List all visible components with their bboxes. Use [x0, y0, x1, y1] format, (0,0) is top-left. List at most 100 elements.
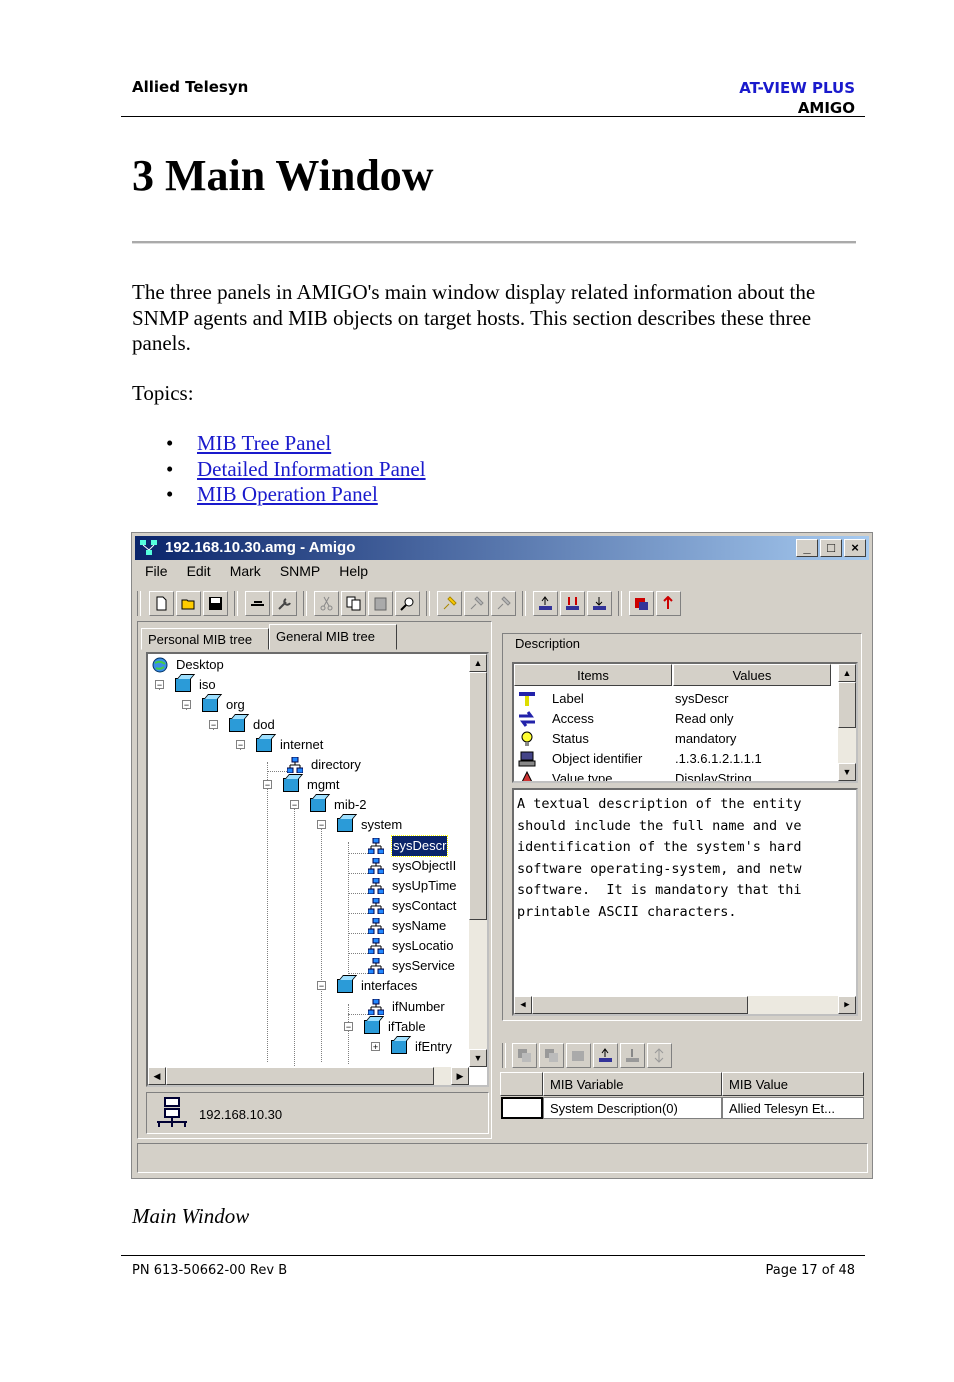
- new-button[interactable]: [149, 591, 174, 616]
- figure-caption: Main Window: [132, 1204, 250, 1228]
- tree-horizontal-scrollbar[interactable]: ◀ ▶: [148, 1067, 469, 1085]
- scroll-thumb[interactable]: [838, 682, 856, 728]
- footer-rule: [121, 1255, 865, 1256]
- op-header-blank: [500, 1072, 543, 1096]
- properties-grid[interactable]: Items Values Label sysDescr Access Read …: [512, 662, 858, 783]
- header-module: AMIGO: [797, 99, 855, 117]
- unmark-button[interactable]: [464, 591, 489, 616]
- tools-button[interactable]: [272, 591, 297, 616]
- op-header-mib-variable[interactable]: MIB Variable: [543, 1072, 722, 1096]
- tree-node-label: mgmt: [307, 777, 340, 792]
- tree-node-label: sysName: [392, 918, 447, 933]
- grid-value: DisplayString: [675, 771, 752, 783]
- op-cell-value[interactable]: Allied Telesyn Et...: [722, 1097, 864, 1119]
- menu-snmp[interactable]: SNMP: [280, 563, 320, 583]
- tree-line: [348, 873, 368, 874]
- collapse-icon[interactable]: −: [263, 780, 272, 790]
- collapse-icon[interactable]: −: [155, 680, 164, 690]
- grid-value: sysDescr: [675, 691, 729, 706]
- scroll-up-arrow-icon[interactable]: ▲: [469, 654, 487, 672]
- scroll-right-arrow-icon[interactable]: ▶: [451, 1067, 469, 1085]
- collapse-icon[interactable]: −: [317, 820, 326, 830]
- copy-button[interactable]: [341, 591, 366, 616]
- save-button[interactable]: [203, 591, 228, 616]
- scroll-left-arrow-icon[interactable]: ◀: [148, 1067, 166, 1085]
- cut-button[interactable]: [314, 591, 339, 616]
- menu-edit[interactable]: Edit: [187, 563, 211, 583]
- find-button[interactable]: [395, 591, 420, 616]
- table-row[interactable]: Access Read only: [514, 709, 834, 729]
- expand-icon[interactable]: +: [371, 1042, 380, 1052]
- trap-button[interactable]: [629, 591, 654, 616]
- set-button[interactable]: [587, 591, 612, 616]
- tree-node-label: system: [361, 817, 403, 832]
- grid-header-values[interactable]: Values: [673, 664, 831, 686]
- table-row[interactable]: Status mandatory: [514, 729, 834, 749]
- link-detailed-information-panel[interactable]: Detailed Information Panel: [197, 457, 426, 481]
- op-set-button[interactable]: [620, 1043, 645, 1068]
- collapse-icon[interactable]: −: [290, 800, 299, 810]
- mib-tree[interactable]: Desktop − iso − org − dod − internet dir…: [146, 652, 489, 1087]
- scroll-left-arrow-icon[interactable]: ◀: [514, 996, 532, 1014]
- link-mib-tree-panel[interactable]: MIB Tree Panel: [197, 431, 331, 455]
- maximize-button[interactable]: □: [820, 539, 842, 557]
- scissors-icon: [320, 596, 333, 611]
- grid-vertical-scrollbar[interactable]: ▲ ▼: [838, 664, 856, 781]
- grid-value: mandatory: [675, 731, 737, 746]
- grid-header-items[interactable]: Items: [514, 664, 672, 686]
- paste-button[interactable]: [368, 591, 393, 616]
- scroll-thumb[interactable]: [166, 1067, 434, 1085]
- scroll-down-arrow-icon[interactable]: ▼: [469, 1049, 487, 1067]
- table-row[interactable]: Label sysDescr: [514, 689, 834, 709]
- get-next-button[interactable]: [560, 591, 585, 616]
- op-walk-button[interactable]: [647, 1043, 672, 1068]
- unmark-all-button[interactable]: [491, 591, 516, 616]
- scroll-right-arrow-icon[interactable]: ▶: [838, 996, 856, 1014]
- tree-line: [321, 822, 322, 1062]
- mark-button[interactable]: [437, 591, 462, 616]
- collapse-icon[interactable]: −: [182, 700, 191, 710]
- open-button[interactable]: [176, 591, 201, 616]
- menu-file[interactable]: File: [145, 563, 168, 583]
- scroll-down-arrow-icon[interactable]: ▼: [838, 763, 856, 781]
- op-cell-variable[interactable]: System Description(0): [543, 1097, 722, 1119]
- op-get-button[interactable]: [593, 1043, 618, 1068]
- tree-node-label: sysDescr: [390, 835, 449, 857]
- op-copy-button[interactable]: [512, 1043, 537, 1068]
- mib-operation-toolbar: [502, 1041, 862, 1069]
- scroll-thumb[interactable]: [469, 672, 487, 920]
- walk-icon: [654, 1048, 664, 1063]
- close-button[interactable]: ×: [844, 539, 866, 557]
- link-mib-operation-panel[interactable]: MIB Operation Panel: [197, 482, 378, 506]
- table-row[interactable]: Value type DisplayString: [514, 769, 834, 783]
- access-icon: [519, 711, 535, 727]
- tree-line: [294, 802, 295, 1082]
- tree-node-label: sysLocatio: [392, 938, 454, 953]
- collapse-icon[interactable]: −: [344, 1022, 353, 1032]
- tree-vertical-scrollbar[interactable]: ▲ ▼: [469, 654, 487, 1067]
- export-button[interactable]: [656, 591, 681, 616]
- menu-mark[interactable]: Mark: [230, 563, 261, 583]
- collapse-icon[interactable]: −: [209, 720, 218, 730]
- op-header-mib-value[interactable]: MIB Value: [722, 1072, 864, 1096]
- connect-button[interactable]: [245, 591, 270, 616]
- scroll-up-arrow-icon[interactable]: ▲: [838, 664, 856, 682]
- trap-icon: [635, 598, 648, 610]
- minimize-button[interactable]: _: [796, 539, 818, 557]
- op-edit-button[interactable]: [566, 1043, 591, 1068]
- tree-node-label: ifEntry: [415, 1039, 452, 1054]
- menu-help[interactable]: Help: [339, 563, 368, 583]
- leaf-node-icon: [368, 938, 384, 954]
- op-row-checkbox[interactable]: [501, 1097, 543, 1119]
- collapse-icon[interactable]: −: [317, 981, 326, 991]
- tab-general-mib-tree[interactable]: General MIB tree: [269, 624, 397, 650]
- op-duplicate-button[interactable]: [539, 1043, 564, 1068]
- text-horizontal-scrollbar[interactable]: ◀ ▶: [514, 996, 856, 1014]
- table-row[interactable]: Object identifier .1.3.6.1.2.1.1.1: [514, 749, 834, 769]
- get-button[interactable]: [533, 591, 558, 616]
- stack-icon: [545, 1049, 558, 1062]
- scroll-thumb[interactable]: [532, 996, 748, 1014]
- description-text-area[interactable]: A textual description of the entity shou…: [512, 788, 858, 1016]
- tab-personal-mib-tree[interactable]: Personal MIB tree: [141, 628, 269, 650]
- collapse-icon[interactable]: −: [236, 740, 245, 750]
